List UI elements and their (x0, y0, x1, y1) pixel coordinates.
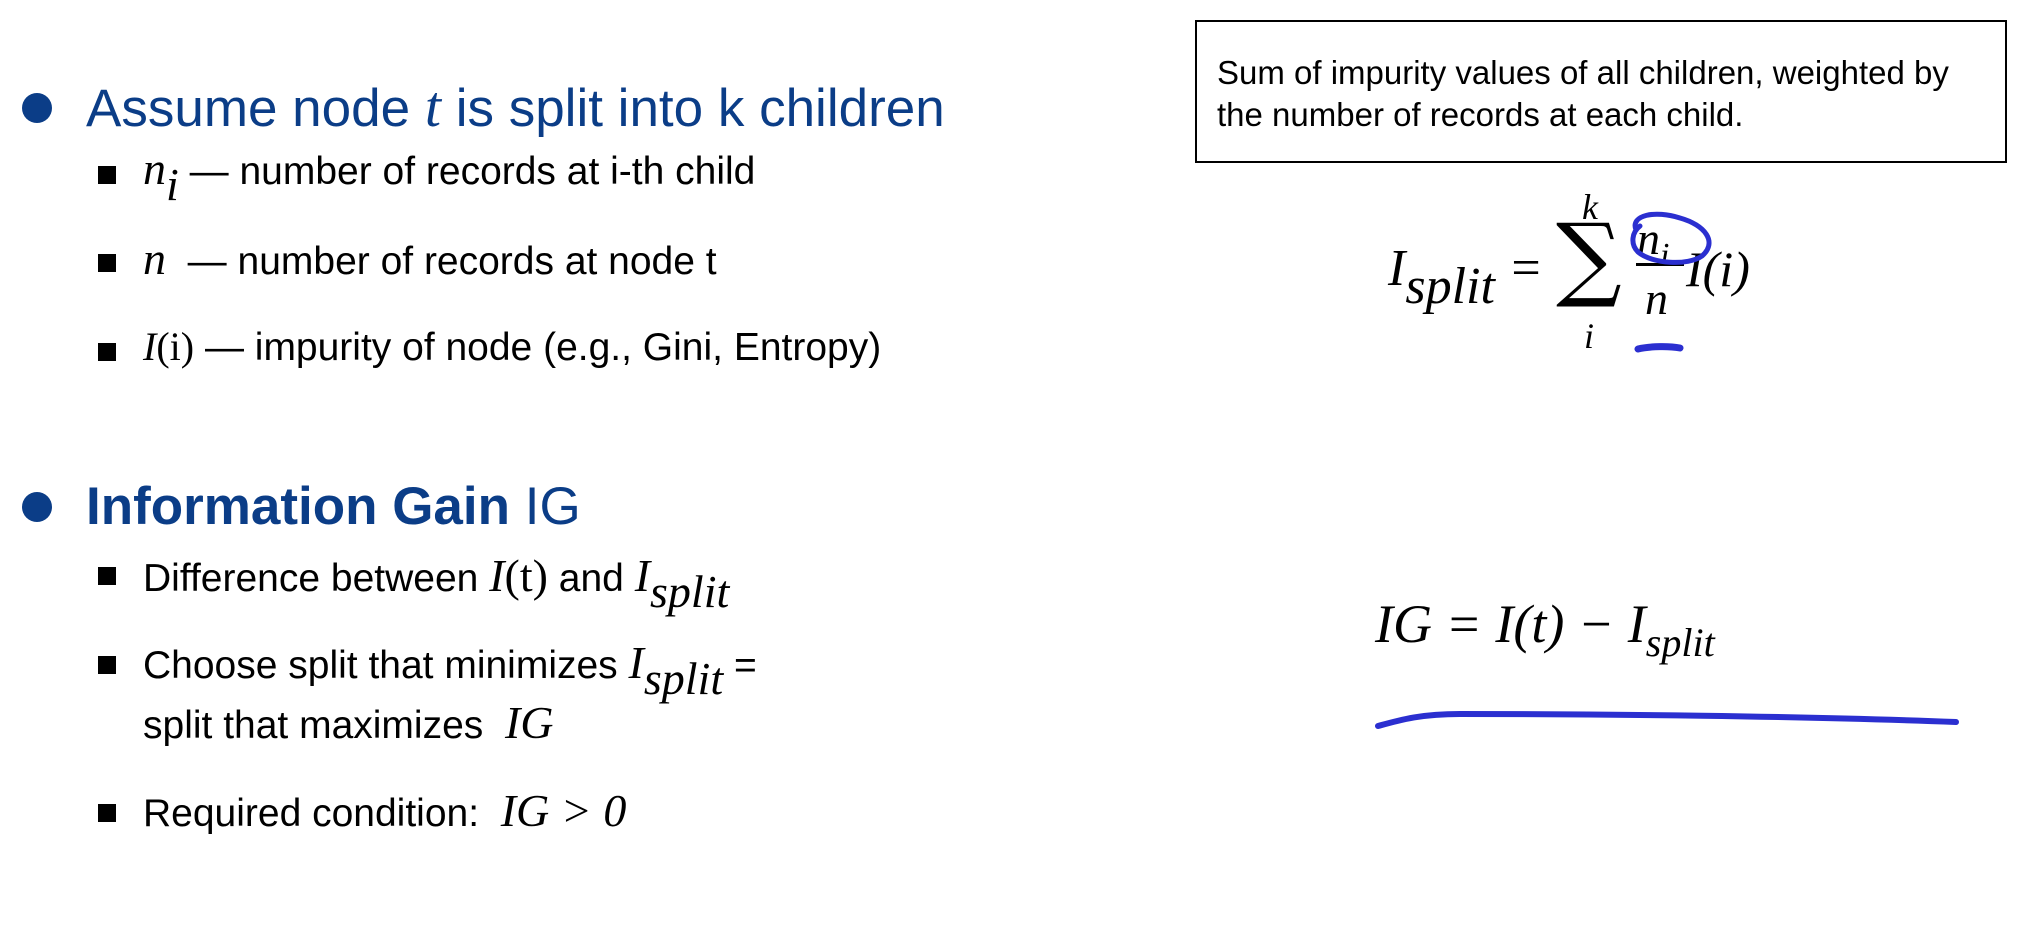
bullet-square (98, 567, 116, 585)
ink-underline-short (1634, 343, 1684, 353)
formula-impurity-term: I(i) (1686, 241, 1750, 297)
sigma-lower-limit: i (1584, 316, 1595, 356)
list-item-choose-split: Choose split that minimizes Isplit = (143, 637, 757, 705)
heading-assume-split: Assume node t is split into k children (86, 74, 945, 139)
note-box: Sum of impurity values of all children, … (1195, 20, 2007, 163)
list-item-n: n — number of records at node t (143, 233, 717, 284)
formula-ig: IG = I(t) − Isplit (1375, 594, 1715, 665)
bullet-square (98, 804, 116, 822)
heading-information-gain: Information Gain IG (86, 477, 581, 536)
bullet-square (98, 166, 116, 184)
sigma-upper-limit: k (1582, 187, 1598, 227)
list-item-ni: ni — number of records at i-th child (143, 143, 756, 211)
note-text: Sum of impurity values of all children, … (1217, 54, 1949, 133)
bullet-square (98, 254, 116, 272)
bullet-square (98, 343, 116, 361)
bullet-dot (22, 93, 52, 123)
list-item-impurity: I(i) — impurity of node (e.g., Gini, Ent… (143, 324, 882, 369)
fraction-bar (1636, 263, 1684, 266)
list-item-choose-split-cont: split that maximizes IG (143, 697, 554, 748)
ink-underline-long (1375, 710, 1959, 729)
list-item-difference: Difference between I(t) and Isplit (143, 550, 730, 618)
fraction-denominator: n (1645, 273, 1668, 324)
bullet-square (98, 656, 116, 674)
formula-isplit-lhs: Isplit = (1388, 240, 1541, 316)
list-item-required: Required condition: IG > 0 (143, 785, 627, 836)
bullet-dot (22, 492, 52, 522)
